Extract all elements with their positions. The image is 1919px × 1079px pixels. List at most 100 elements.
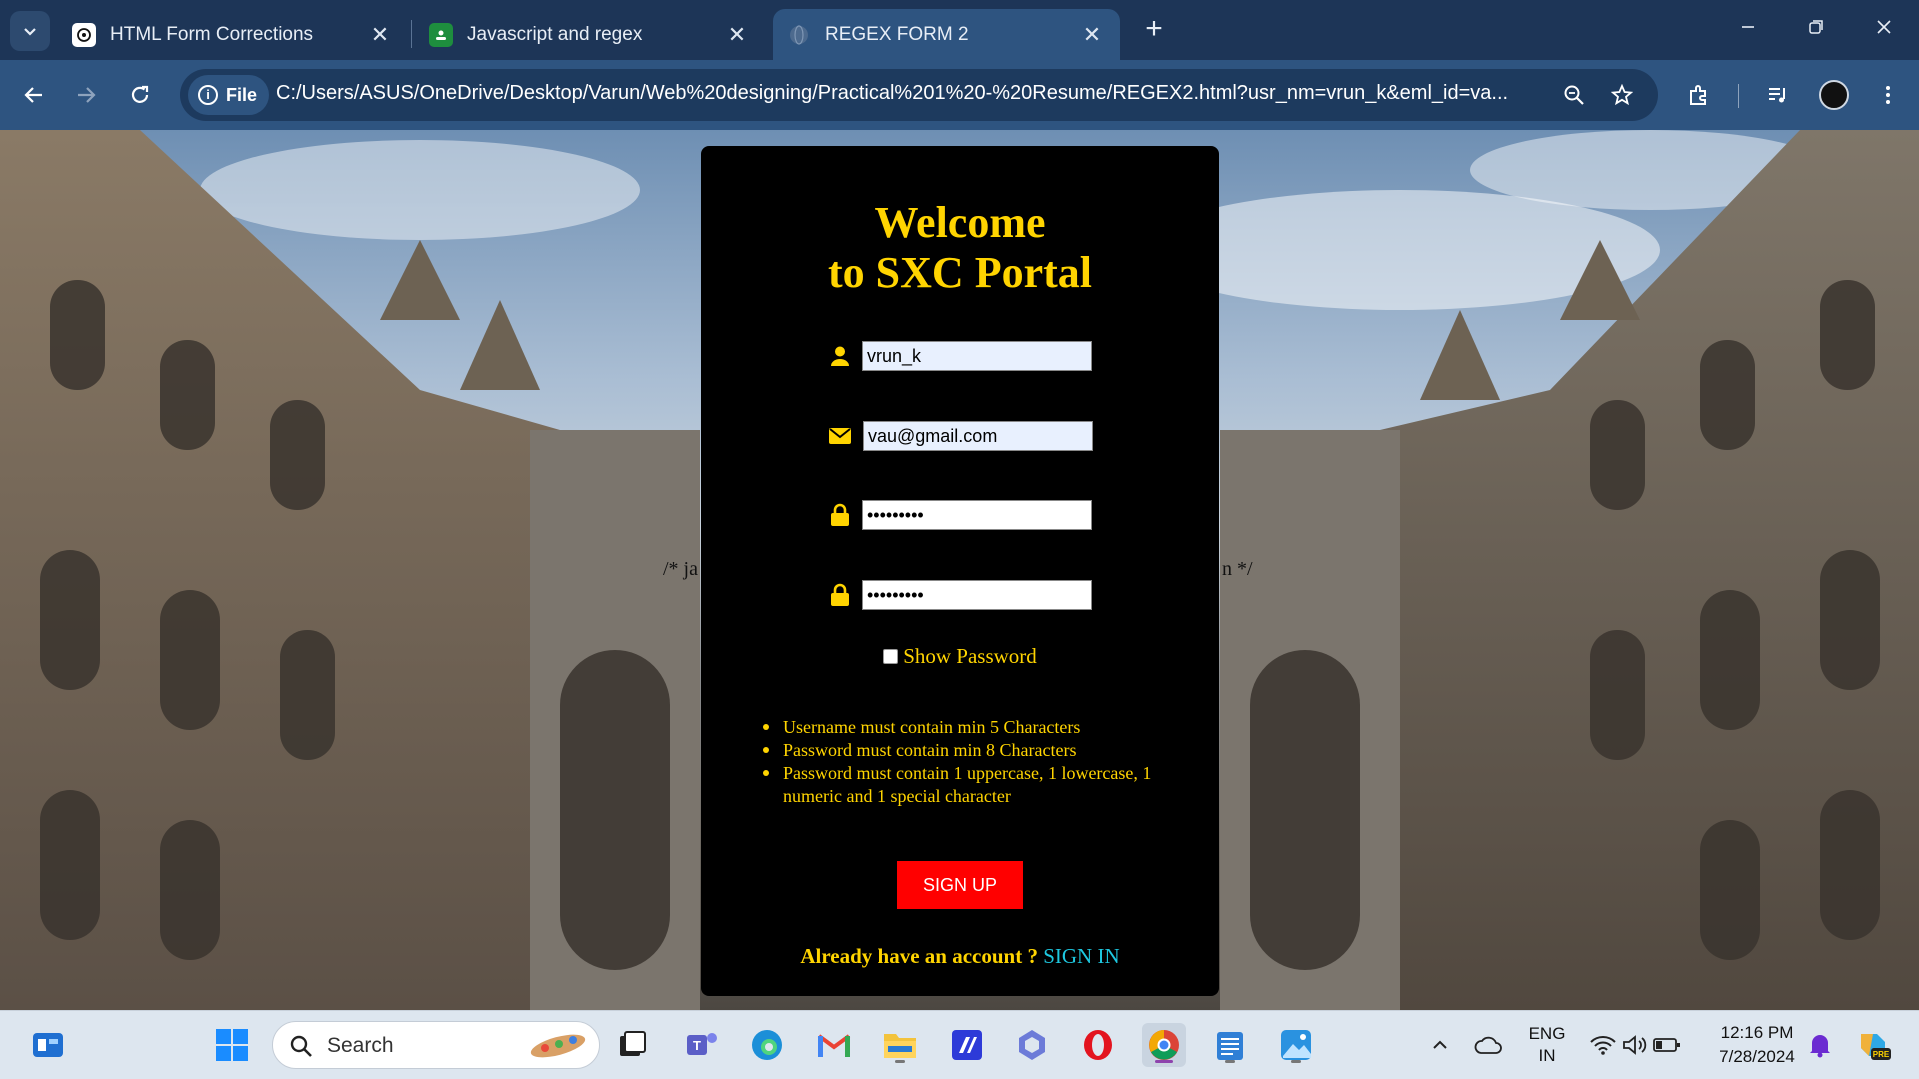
password-field[interactable] <box>862 500 1092 530</box>
tab-divider <box>411 20 412 48</box>
tab-title: Javascript and regex <box>467 23 643 45</box>
list-item: Password must contain 1 uppercase, 1 low… <box>756 762 1196 808</box>
tab-javascript-and-regex[interactable]: Javascript and regex ✕ <box>415 9 765 60</box>
taskbar-search[interactable]: Search <box>272 1021 600 1069</box>
clock[interactable]: 12:16 PM 7/28/2024 <box>1700 1021 1814 1069</box>
tab-search-button[interactable] <box>10 11 50 51</box>
menu-button[interactable] <box>1868 75 1908 115</box>
notepad-app[interactable] <box>1208 1023 1252 1067</box>
reload-button[interactable] <box>120 75 160 115</box>
tab-strip: HTML Form Corrections ✕ Javascript and r… <box>0 0 1919 60</box>
email-field[interactable] <box>863 421 1093 451</box>
tab-title: HTML Form Corrections <box>110 23 314 45</box>
close-window-button[interactable] <box>1866 14 1902 46</box>
bookmark-button[interactable] <box>1606 79 1638 111</box>
quick-settings-button[interactable] <box>1582 1023 1688 1067</box>
windows-logo-icon <box>216 1029 248 1061</box>
photos-icon <box>1281 1030 1311 1060</box>
confirm-password-field[interactable] <box>862 580 1092 610</box>
task-view-button[interactable] <box>610 1023 654 1067</box>
page-title: Welcome to SXC Portal <box>701 198 1219 298</box>
globe-icon <box>787 23 811 47</box>
copilot-app[interactable] <box>1010 1023 1054 1067</box>
teams-icon: T <box>687 1033 717 1055</box>
url-text[interactable]: C:/Users/ASUS/OneDrive/Desktop/Varun/Web… <box>276 82 1536 105</box>
edge-app[interactable] <box>745 1023 789 1067</box>
sign-in-link[interactable]: SIGN IN <box>1043 944 1119 968</box>
sign-up-button[interactable]: SIGN UP <box>897 861 1023 909</box>
lock-icon <box>826 501 854 529</box>
chatgpt-icon <box>72 22 96 47</box>
heading-line-2: to SXC Portal <box>828 248 1092 297</box>
minimize-button[interactable] <box>1730 14 1766 46</box>
address-bar[interactable]: i File C:/Users/ASUS/OneDrive/Desktop/Va… <box>180 69 1658 121</box>
edge-icon <box>752 1030 782 1060</box>
more-vertical-icon <box>1886 86 1890 104</box>
new-tab-button[interactable]: + <box>1138 14 1170 46</box>
photos-app[interactable] <box>1274 1023 1318 1067</box>
password-row <box>826 500 1096 530</box>
show-hidden-icons-button[interactable] <box>1418 1023 1462 1067</box>
tab-regex-form-2[interactable]: REGEX FORM 2 ✕ <box>773 9 1120 60</box>
file-explorer-app[interactable] <box>878 1023 922 1067</box>
running-indicator <box>1225 1060 1235 1063</box>
battery-icon <box>1653 1038 1680 1052</box>
language-indicator[interactable]: ENG IN <box>1522 1023 1572 1067</box>
clock-date: 7/28/2024 <box>1719 1047 1795 1066</box>
onedrive-button[interactable] <box>1466 1023 1510 1067</box>
page-viewport: /* ja n */ Welcome to SXC Portal vrun_k … <box>0 130 1919 1010</box>
file-label: File <box>226 84 258 105</box>
info-icon: i <box>198 85 218 105</box>
svg-text:PRE: PRE <box>1873 1050 1890 1059</box>
queue-music-icon <box>1769 88 1785 103</box>
widgets-button[interactable] <box>26 1023 70 1067</box>
back-button[interactable] <box>14 75 54 115</box>
email-row <box>826 421 1096 451</box>
reload-icon <box>131 85 149 103</box>
tab-html-form-corrections[interactable]: HTML Form Corrections ✕ <box>58 9 408 60</box>
signup-card: Welcome to SXC Portal vrun_k vau@gmail.c… <box>701 146 1219 996</box>
user-icon <box>826 342 854 370</box>
search-icon <box>290 1035 312 1057</box>
restore-icon <box>1809 20 1823 34</box>
list-item: Password must contain min 8 Characters <box>756 739 1196 762</box>
profile-button[interactable] <box>1814 75 1854 115</box>
site-info-chip[interactable]: i File <box>188 75 270 115</box>
running-indicator <box>895 1060 905 1063</box>
notepad-icon <box>1217 1032 1243 1060</box>
opera-app[interactable] <box>1076 1023 1120 1067</box>
visual-studio-app[interactable] <box>945 1023 989 1067</box>
teams-app[interactable]: T <box>680 1023 724 1067</box>
validation-rules-list: Username must contain min 5 Characters P… <box>756 716 1196 808</box>
extensions-button[interactable] <box>1679 75 1719 115</box>
signin-prompt: Already have an account ? SIGN IN <box>701 944 1219 969</box>
folder-icon <box>884 1034 916 1058</box>
puzzle-icon <box>1690 85 1706 105</box>
gmail-app[interactable] <box>812 1023 856 1067</box>
copilot-preview-button[interactable]: PRE <box>1851 1023 1895 1067</box>
show-password-label[interactable]: Show Password <box>903 644 1037 668</box>
language-line-1: ENG <box>1528 1024 1566 1043</box>
tab-close-icon[interactable]: ✕ <box>366 22 394 48</box>
chevron-up-icon <box>1433 1040 1447 1049</box>
tab-close-icon[interactable]: ✕ <box>723 22 751 48</box>
clock-time: 12:16 PM <box>1720 1023 1794 1042</box>
chevron-down-icon <box>24 28 36 36</box>
minimize-icon <box>1742 26 1754 28</box>
chrome-app[interactable] <box>1142 1023 1186 1067</box>
wifi-icon <box>1590 1036 1616 1055</box>
search-label: Search <box>327 1034 394 1057</box>
start-button[interactable] <box>210 1023 254 1067</box>
forward-button[interactable] <box>66 75 106 115</box>
username-row <box>826 341 1096 371</box>
active-indicator <box>1155 1060 1173 1063</box>
zoom-button[interactable] <box>1558 79 1590 111</box>
restore-button[interactable] <box>1798 14 1834 46</box>
heading-line-1: Welcome <box>874 198 1046 247</box>
username-field[interactable] <box>862 341 1092 371</box>
media-controls-button[interactable] <box>1758 75 1798 115</box>
browser-toolbar: i File C:/Users/ASUS/OneDrive/Desktop/Va… <box>0 60 1919 130</box>
tab-close-icon[interactable]: ✕ <box>1078 22 1106 48</box>
notifications-button[interactable] <box>1798 1023 1842 1067</box>
show-password-checkbox[interactable] <box>883 649 899 664</box>
